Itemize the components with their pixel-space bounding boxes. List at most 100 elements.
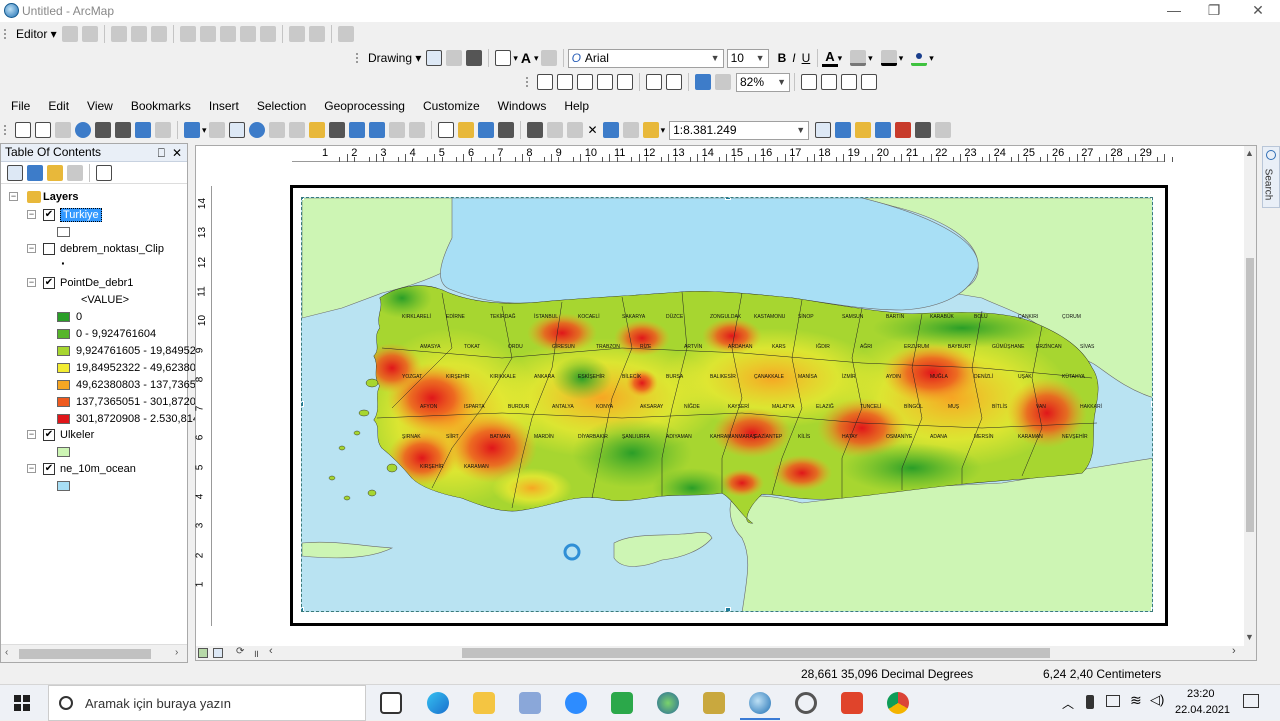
map-data-frame[interactable]: KIRKLARELİ EDİRNE TEKİRDAĞ İSTANBUL KOCAELİ S… [301,197,1153,612]
construction-tools-icon[interactable] [130,26,147,42]
go-to-xy-icon[interactable] [368,122,385,138]
scroll-thumb[interactable] [1246,258,1254,532]
display-icon[interactable] [1106,695,1120,707]
list-by-visibility-icon[interactable] [47,164,63,181]
font-size-select[interactable]: 10 ▼ [726,48,769,68]
sketch-properties-icon[interactable] [308,26,325,42]
edit-annotation-icon[interactable] [81,26,98,42]
layer-checkbox[interactable] [43,242,55,255]
legend-class[interactable]: 0 - 9,924761604 [57,325,156,342]
rectangle-icon[interactable] [495,50,512,66]
globe-app-icon[interactable] [657,692,679,714]
layout-zoom-in-icon[interactable] [537,74,553,90]
select-elements-icon[interactable] [426,50,443,66]
zoom-100-icon[interactable] [617,74,633,90]
collapse-icon[interactable]: − [27,244,36,253]
marker-color-icon[interactable] [911,50,928,66]
menu-file[interactable]: File [0,99,37,113]
fixed-zoom-in-icon[interactable] [646,74,662,90]
refresh-icon[interactable]: ⟳ [236,646,244,657]
arccatalog-icon[interactable] [519,692,541,714]
resize-handle[interactable] [1151,401,1152,407]
fixed-zoom-out-icon[interactable] [666,74,682,90]
wifi-icon[interactable]: ≋ [1130,692,1142,709]
trace-icon[interactable] [150,26,167,42]
paste-icon[interactable] [566,122,583,138]
resize-handle[interactable] [725,607,731,611]
data-view-icon[interactable] [198,648,208,658]
windows-start-icon[interactable] [14,695,30,711]
create-viewer-icon[interactable] [408,122,425,138]
legend-class[interactable]: 301,8720908 - 2.530,814 [57,410,199,427]
legend-class[interactable]: 9,924761605 - 19,84952 [57,342,196,359]
layout-pan-icon[interactable] [577,74,593,90]
new-document-icon[interactable] [437,122,454,138]
layout-view-icon[interactable] [213,648,223,658]
horizontal-scroll-thumb[interactable] [462,648,1050,658]
camtasia-icon[interactable] [611,692,633,714]
legend-class[interactable]: 49,62380803 - 137,7365 [57,376,196,393]
line-color-icon[interactable] [880,50,897,66]
change-layout-icon[interactable] [841,74,857,90]
measure-icon[interactable] [308,122,325,138]
menu-edit[interactable]: Edit [37,99,76,113]
layer-ocean[interactable]: − ✔ ne_10m_ocean [27,460,136,477]
edit-tool-icon[interactable] [61,26,78,42]
layout-zoom-out-icon[interactable] [557,74,573,90]
minimize-button[interactable]: — [1152,0,1196,22]
layer-checkbox[interactable]: ✔ [43,428,55,441]
resize-handle[interactable] [302,198,304,200]
back-extent-icon[interactable] [135,122,151,138]
arctoolbox-icon[interactable] [895,122,912,138]
create-features-icon[interactable] [337,26,354,42]
reshape-icon[interactable] [199,26,216,42]
hyperlink-icon[interactable] [268,122,285,138]
chrome-icon[interactable] [887,692,909,714]
bold-button[interactable]: B [775,51,790,65]
zoom-whole-page-icon-2[interactable] [597,74,613,90]
find-icon[interactable] [328,122,345,138]
scroll-left-icon[interactable]: ‹ [269,645,273,657]
zoom-percent-select[interactable]: 82% ▼ [736,72,790,92]
menu-insert[interactable]: Insert [198,99,246,113]
collapse-icon[interactable]: − [9,192,18,201]
identify-icon[interactable] [248,122,265,138]
collapse-icon[interactable]: − [27,210,36,219]
go-back-extent-icon[interactable] [695,74,711,90]
select-elements-arrow-icon[interactable] [228,122,245,138]
search-side-tab[interactable]: Search [1262,146,1280,208]
italic-button[interactable]: I [789,51,798,65]
find-route-icon[interactable] [348,122,365,138]
menu-geoprocessing[interactable]: Geoprocessing [313,99,412,113]
editor-menu[interactable]: Editor ▾ [13,27,60,41]
scroll-thumb[interactable] [19,649,151,659]
taskbar-search-box[interactable]: Aramak için buraya yazın [48,685,366,721]
rotate-element-icon[interactable] [446,50,463,66]
vertical-scrollbar[interactable]: ▲ ▼ [1244,146,1256,646]
legend-class[interactable]: 0 [57,308,82,325]
list-by-selection-icon[interactable] [67,164,83,181]
menu-bookmarks[interactable]: Bookmarks [120,99,198,113]
rotate-icon[interactable] [259,26,276,42]
delete-icon[interactable]: ✕ [585,123,601,137]
legend-class[interactable]: 19,84952322 - 49,62380 [57,359,196,376]
resize-handle[interactable] [1151,198,1152,200]
drawing-menu[interactable]: Drawing ▾ [365,51,424,65]
resize-handle[interactable] [725,198,731,200]
zoom-in-icon[interactable] [15,122,31,138]
collapse-icon[interactable]: − [27,464,36,473]
split-icon[interactable] [239,26,256,42]
layer-checkbox[interactable]: ✔ [43,208,55,221]
print-icon[interactable] [497,122,514,138]
menu-windows[interactable]: Windows [487,99,554,113]
edge-icon[interactable] [427,692,449,714]
list-by-source-icon[interactable] [27,164,43,181]
collapse-icon[interactable]: − [27,278,36,287]
open-icon[interactable] [457,122,474,138]
resize-handle[interactable] [1151,607,1152,611]
attributes-icon[interactable] [288,26,305,42]
pin-icon[interactable]: ⎕ [158,145,165,162]
pan-icon[interactable] [55,122,71,138]
straight-segment-icon[interactable] [110,26,127,42]
search-window-icon[interactable] [875,122,892,138]
